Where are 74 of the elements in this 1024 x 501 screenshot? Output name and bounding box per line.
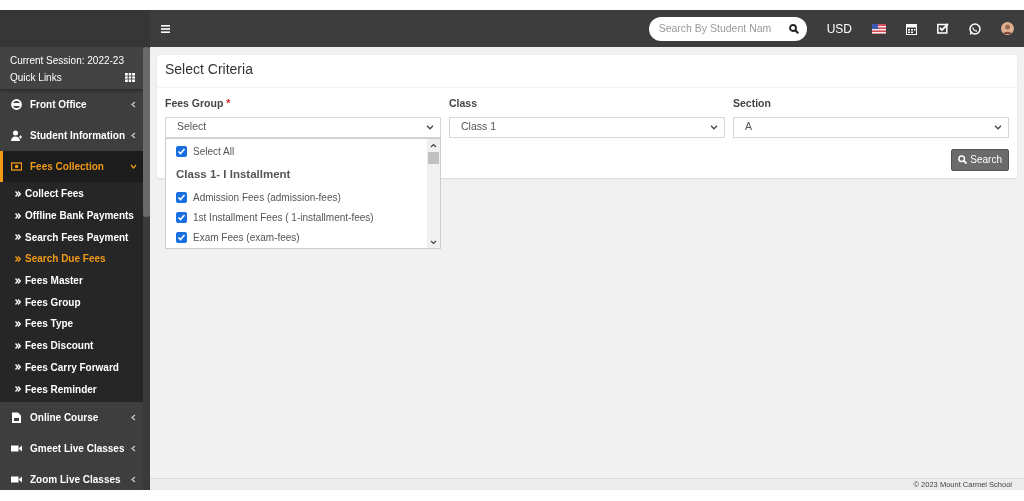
required-asterisk: *	[226, 97, 231, 109]
field-label: Section	[733, 97, 771, 109]
scroll-down-icon[interactable]	[430, 239, 437, 245]
chevron-left-icon	[130, 413, 137, 421]
session-label: Current Session: 2022-23	[10, 54, 124, 68]
double-chevron-icon	[15, 277, 21, 284]
sidebar-item[interactable]: Front Office	[0, 89, 143, 120]
submenu-item[interactable]: Fees Type	[0, 313, 143, 335]
chevron-left-icon	[130, 475, 137, 483]
checked-checkbox-icon[interactable]	[176, 146, 187, 158]
caret-icon	[994, 124, 1002, 130]
calendar-icon[interactable]	[906, 22, 917, 35]
search-bar[interactable]: Search By Student Nam	[648, 16, 807, 41]
submenu-item[interactable]: Fees Reminder	[0, 378, 143, 400]
submenu-item[interactable]: Offline Bank Payments	[0, 204, 143, 227]
option-label[interactable]: Exam Fees (exam-fees)	[193, 230, 300, 246]
search-icon[interactable]	[788, 23, 799, 34]
currency-label[interactable]: USD	[826, 19, 852, 38]
scrollbar-thumb[interactable]	[428, 151, 439, 164]
chevron-left-icon	[130, 132, 137, 139]
option-group-heading: Class 1- I Installment	[176, 167, 291, 183]
submenu-item[interactable]: Fees Master	[0, 269, 143, 292]
double-chevron-icon	[15, 299, 21, 306]
menu-icon[interactable]	[161, 24, 170, 33]
chevron-left-icon	[130, 444, 137, 452]
double-chevron-icon	[15, 234, 21, 241]
double-chevron-icon	[15, 320, 21, 327]
checked-checkbox-icon[interactable]	[176, 232, 187, 244]
dropdown-select[interactable]: A	[733, 116, 1009, 138]
search-icon	[958, 155, 968, 165]
scroll-up-icon[interactable]	[430, 142, 437, 148]
avatar-icon[interactable]	[1001, 22, 1014, 35]
submenu-item[interactable]: Search Due Fees	[0, 248, 143, 270]
double-chevron-icon	[15, 190, 21, 197]
sidebar-item[interactable]: Fees Collection	[0, 151, 143, 182]
money-icon	[11, 161, 22, 172]
caret-icon	[426, 124, 434, 130]
sidebar-item[interactable]: Zoom Live Classes	[0, 463, 143, 490]
dropdown-select[interactable]: Select	[165, 116, 441, 138]
submenu-item[interactable]: Fees Discount	[0, 334, 143, 357]
double-chevron-icon	[15, 212, 21, 219]
chat-icon[interactable]	[969, 22, 981, 35]
chevron-down-icon	[130, 163, 137, 170]
checked-checkbox-icon[interactable]	[176, 212, 187, 224]
submenu-item[interactable]: Fees Group	[0, 291, 143, 314]
flag-icon[interactable]	[872, 23, 886, 34]
chevron-left-icon	[130, 101, 137, 108]
field-label: Fees Group	[165, 97, 224, 109]
grid-icon[interactable]	[125, 73, 135, 82]
sidebar-item[interactable]: Online Course	[0, 401, 143, 433]
user-plus-icon	[11, 130, 22, 141]
scrollbar-thumb[interactable]	[143, 47, 150, 217]
sidebar-item[interactable]: Student Information	[0, 120, 143, 151]
checkbox-icon[interactable]	[937, 23, 949, 34]
option-label[interactable]: Admission Fees (admission-fees)	[193, 190, 341, 206]
option-label[interactable]: Select All	[193, 144, 235, 160]
double-chevron-icon	[15, 364, 21, 371]
double-chevron-icon	[15, 342, 21, 349]
double-chevron-icon	[15, 386, 21, 393]
search-button[interactable]: Search	[951, 148, 1009, 171]
submenu-item[interactable]: Search Fees Payment	[0, 226, 143, 249]
quick-links-label[interactable]: Quick Links	[10, 70, 62, 85]
submenu-item[interactable]: Collect Fees	[0, 183, 143, 205]
submenu-item[interactable]: Fees Carry Forward	[0, 356, 143, 379]
dropdown-select[interactable]: Class 1	[449, 116, 725, 138]
option-label[interactable]: 1st Installment Fees ( 1-installment-fees)	[193, 210, 374, 226]
globe-icon	[11, 99, 22, 110]
checked-checkbox-icon[interactable]	[176, 192, 187, 204]
caret-icon	[710, 124, 718, 130]
document-icon	[11, 411, 22, 423]
sidebar-item[interactable]: Gmeet Live Classes	[0, 432, 143, 464]
double-chevron-icon	[15, 255, 21, 262]
field-label: Class	[449, 97, 478, 109]
card-title: Select Criteria	[157, 55, 1017, 88]
